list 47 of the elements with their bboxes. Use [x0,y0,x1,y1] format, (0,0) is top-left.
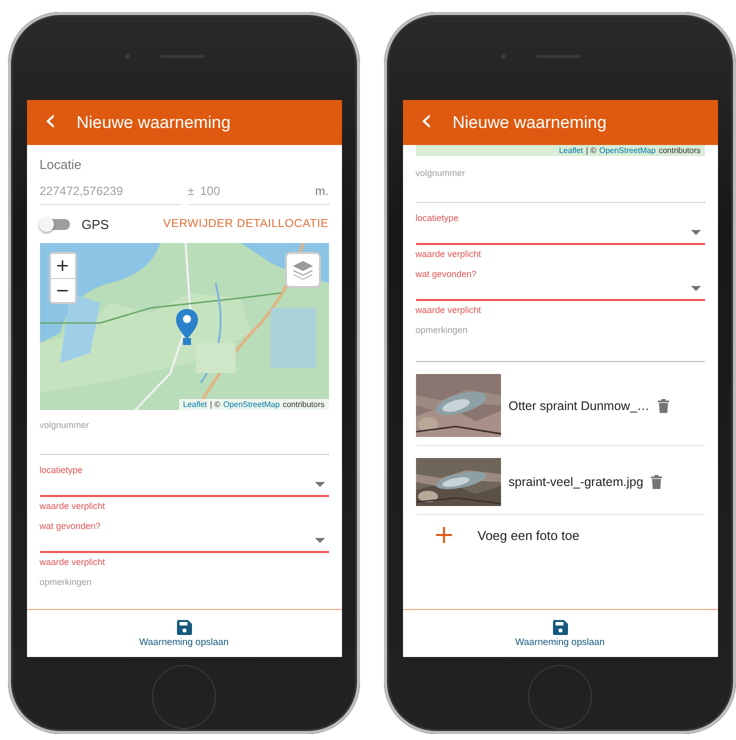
field-label: locatietype [416,213,459,223]
field-label: volgnummer [416,168,466,178]
gps-toggle[interactable] [42,218,70,230]
plus-minus-sign: ± [188,184,194,198]
field-label: wat gevonden? [40,521,101,531]
field-label: wat gevonden? [416,269,477,279]
accuracy-value: 100 [200,184,220,198]
layers-button[interactable] [284,252,320,288]
trash-icon[interactable] [651,475,662,489]
attribution-text: | © [210,400,220,409]
location-label: Locatie [40,157,82,172]
photo-filename: spraint-veel_-gratem.jpg [508,475,644,489]
caret-icon [690,286,700,292]
accuracy-field[interactable]: ± 100 m. [188,178,328,205]
layers-icon [290,259,314,281]
attribution-link[interactable]: OpenStreetMap [599,146,656,155]
caret-icon [314,482,324,488]
error-message: waarde verplicht [40,501,106,511]
attribution-link[interactable]: Leaflet [558,146,584,155]
field-label: opmerkingen [416,325,468,335]
attribution-text: contributors [658,146,700,155]
back-button[interactable]: ‹ [42,106,62,140]
unit-label: m. [315,184,328,198]
coordinates-field[interactable]: 227472,576239 [40,178,180,205]
caret-icon [314,538,324,544]
attribution-link[interactable]: Leaflet [182,400,208,409]
map-pin-icon [176,309,198,345]
error-message: waarde verplicht [40,557,106,567]
photo-filename: Otter spraint Dunmow_… [508,398,650,412]
zoom-out-button[interactable]: − [50,278,74,302]
attribution-link[interactable]: OpenStreetMap [223,400,280,409]
gps-label: GPS [82,216,109,232]
attribution-text: contributors [282,400,324,409]
add-photo-button[interactable]: Voeg een foto toe [416,515,580,555]
attribution-text: | © [586,146,596,155]
back-button[interactable]: ‹ [418,106,438,140]
trash-icon[interactable] [658,398,669,412]
remove-location-button[interactable]: VERWIJDER DETAILLOCATIE [163,216,328,232]
screen-title: Nieuwe waarneming [452,112,607,132]
field-label: opmerkingen [40,577,92,587]
screen-title: Nieuwe waarneming [76,112,231,132]
plus-icon [436,527,452,543]
field-label: volgnummer [40,420,90,430]
caret-icon [690,230,700,236]
error-message: waarde verplicht [416,305,482,315]
field-label: locatietype [40,465,83,475]
error-message: waarde verplicht [416,249,482,259]
